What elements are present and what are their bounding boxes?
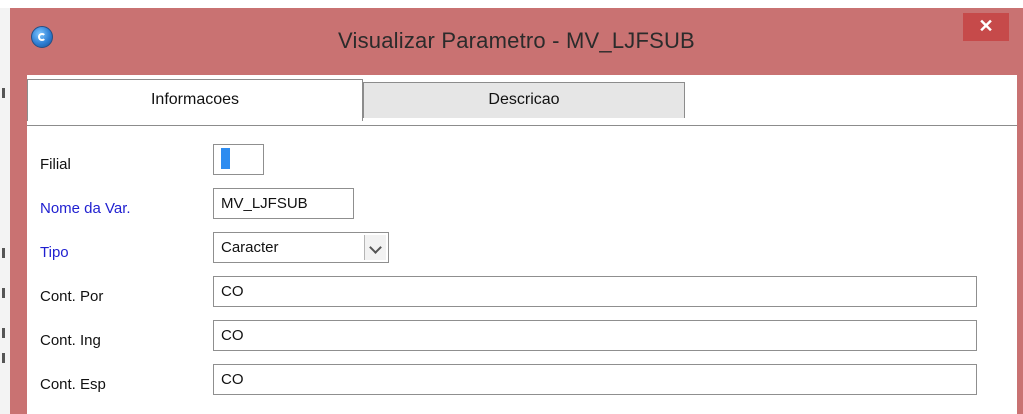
- tab-informacoes[interactable]: Informacoes: [27, 79, 363, 121]
- text-cursor-selection: [221, 148, 230, 169]
- cont-por-label: Cont. Por: [40, 288, 104, 305]
- chevron-down-icon[interactable]: [364, 235, 386, 260]
- nome-var-input[interactable]: MV_LJFSUB: [213, 188, 354, 219]
- tipo-label: Tipo: [40, 244, 69, 261]
- cont-por-input[interactable]: CO: [213, 276, 977, 307]
- title-bar[interactable]: Visualizar Parametro - MV_LJFSUB ✕: [10, 8, 1023, 75]
- filial-label: Filial: [40, 156, 71, 173]
- cont-ing-label: Cont. Ing: [40, 332, 101, 349]
- close-button[interactable]: ✕: [963, 13, 1009, 41]
- tab-descricao[interactable]: Descricao: [363, 82, 685, 118]
- nome-var-label: Nome da Var.: [40, 200, 131, 217]
- parameter-dialog: Visualizar Parametro - MV_LJFSUB ✕ Infor…: [10, 8, 1023, 414]
- background-window-edge: [0, 8, 10, 414]
- cont-esp-label: Cont. Esp: [40, 376, 106, 393]
- form-panel: Filial Nome da Var. MV_LJFSUB Tipo Carac…: [27, 125, 1017, 414]
- tipo-select[interactable]: Caracter: [213, 232, 389, 263]
- background-window-fragment: [0, 0, 1023, 8]
- window-title: Visualizar Parametro - MV_LJFSUB: [338, 28, 695, 53]
- tipo-selected-value: Caracter: [221, 239, 279, 256]
- cont-ing-input[interactable]: CO: [213, 320, 977, 351]
- tab-bar: Informacoes Descricao: [27, 75, 1017, 125]
- cont-esp-input[interactable]: CO: [213, 364, 977, 395]
